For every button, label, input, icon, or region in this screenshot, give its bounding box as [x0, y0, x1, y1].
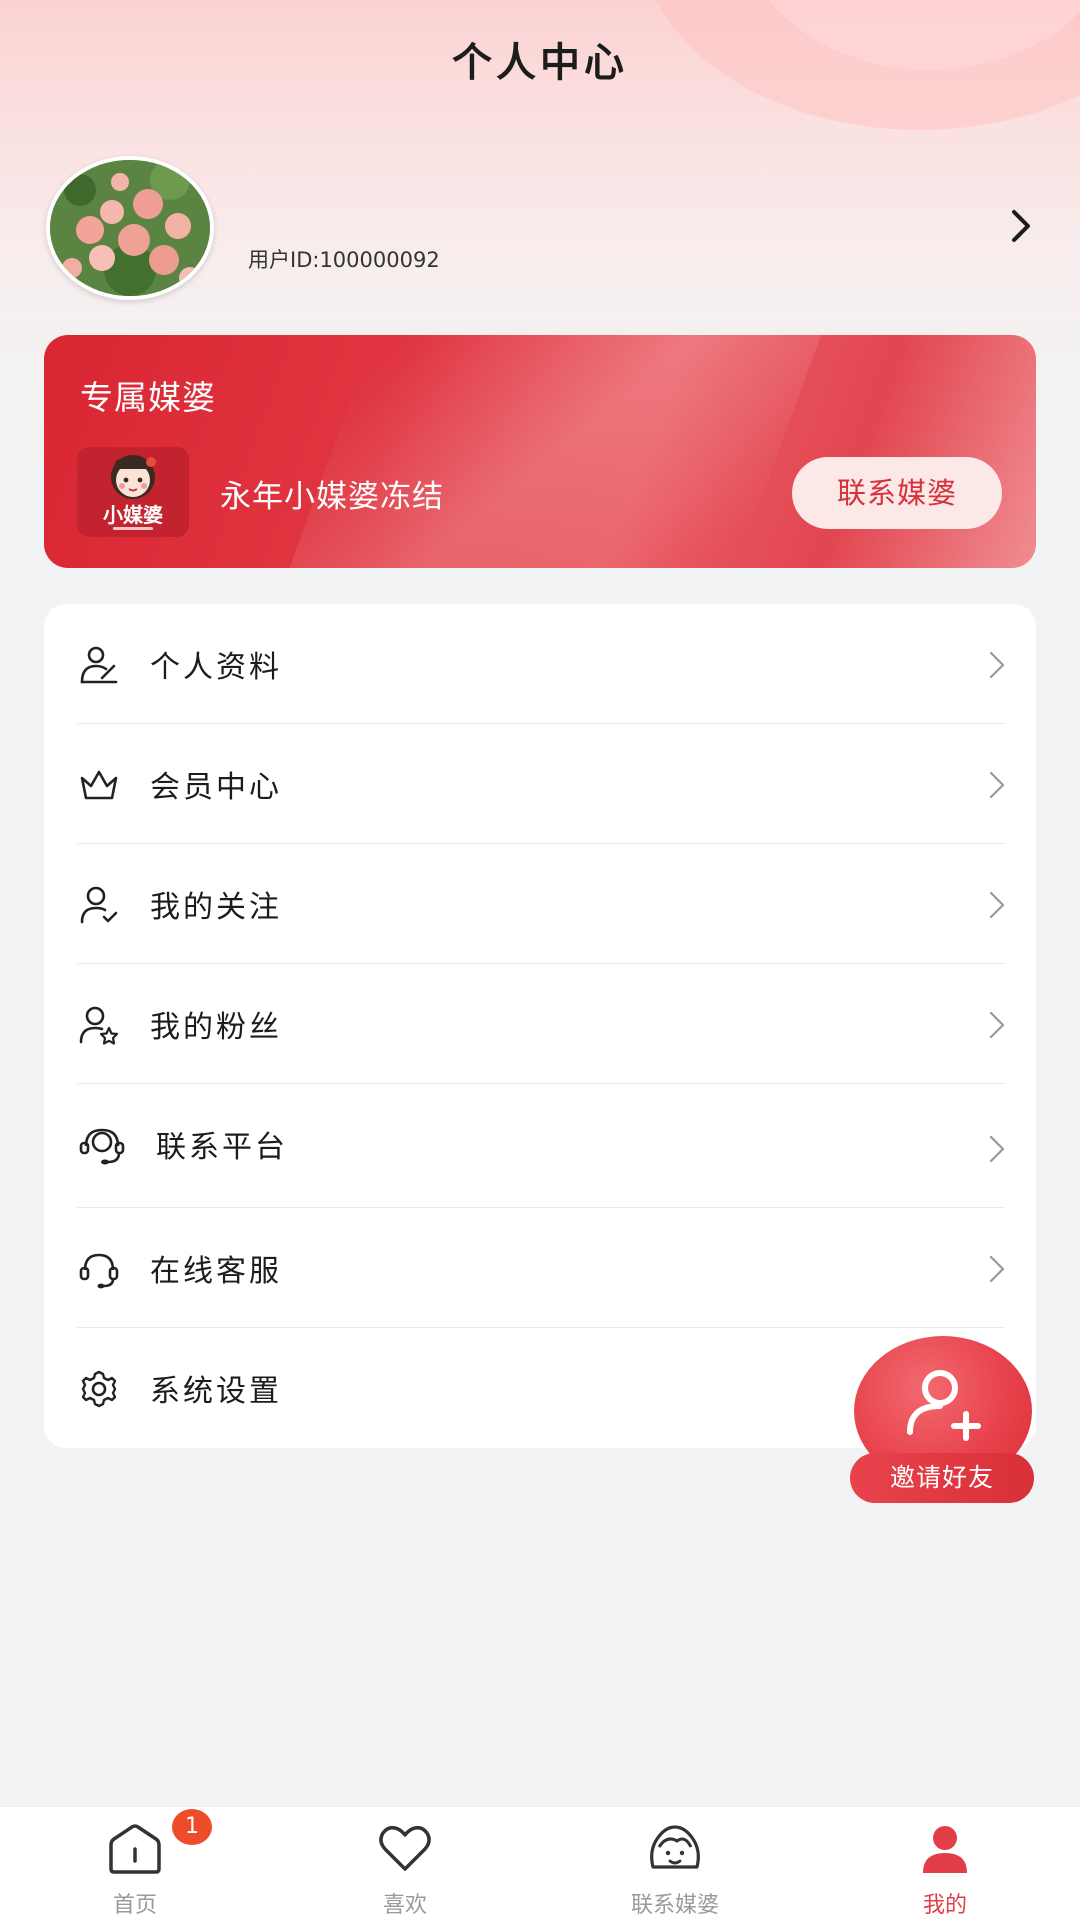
- menu-item-label: 我的关注: [150, 890, 282, 925]
- nav-item-label: 联系媒婆: [630, 1893, 719, 1918]
- page-title: 个人中心: [452, 40, 628, 86]
- matchmaker-name: 永年小媒婆冻结: [220, 479, 444, 515]
- gear-icon: [81, 1370, 117, 1408]
- user-check-icon: [80, 886, 118, 924]
- avatar-image: [50, 160, 210, 296]
- menu-item-fans[interactable]: 我的粉丝: [44, 964, 1036, 1084]
- person-icon: [923, 1826, 967, 1873]
- chevron-right-icon: [989, 1255, 1005, 1283]
- menu-item-label: 个人资料: [150, 650, 282, 685]
- exclusive-matchmaker-card: 专属媒婆 小媒婆 永年小媒婆冻结 联系媒婆: [44, 335, 1036, 568]
- user-id: 用户ID:100000092: [248, 248, 440, 272]
- headset-person-icon: [79, 1128, 125, 1165]
- add-user-icon: [907, 1370, 981, 1441]
- menu-item-label: 联系平台: [156, 1130, 288, 1165]
- matchmaker-section-title: 专属媒婆: [80, 378, 216, 417]
- avatar[interactable]: [46, 156, 214, 300]
- menu-item-label: 在线客服: [150, 1254, 282, 1289]
- menu-item-profile[interactable]: 个人资料: [44, 604, 1036, 724]
- menu-item-contact-platform[interactable]: 联系平台: [44, 1084, 1036, 1208]
- nav-item-label: 喜欢: [382, 1893, 427, 1918]
- menu-item-label: 系统设置: [150, 1374, 282, 1409]
- nav-item-label: 首页: [112, 1893, 157, 1918]
- menu-item-following[interactable]: 我的关注: [44, 844, 1036, 964]
- matchmaker-logo: 小媒婆: [77, 447, 189, 537]
- matchmaker-face-icon: [650, 1825, 700, 1869]
- invite-friends-button[interactable]: 邀请好友: [850, 1336, 1036, 1508]
- nav-item-likes[interactable]: 喜欢: [270, 1807, 540, 1921]
- chevron-right-icon: [989, 891, 1005, 919]
- contact-matchmaker-button[interactable]: 联系媒婆: [792, 457, 1002, 529]
- chevron-right-icon: [989, 771, 1005, 799]
- profile-row[interactable]: 用户ID:100000092: [0, 150, 1080, 300]
- matchmaker-logo-text: 小媒婆: [103, 503, 163, 527]
- menu-item-membership[interactable]: 会员中心: [44, 724, 1036, 844]
- user-star-icon: [79, 1006, 119, 1045]
- chevron-right-icon: [989, 651, 1005, 679]
- menu-item-label: 会员中心: [150, 770, 282, 805]
- nav-item-mine[interactable]: 我的: [810, 1807, 1080, 1921]
- invite-friends-label: 邀请好友: [850, 1453, 1034, 1503]
- nav-item-label: 我的: [922, 1893, 967, 1918]
- menu-item-online-service[interactable]: 在线客服: [44, 1208, 1036, 1328]
- chevron-right-icon: [989, 1135, 1005, 1163]
- nav-item-home[interactable]: 1 首页: [0, 1807, 270, 1921]
- nav-item-contact-matchmaker[interactable]: 联系媒婆: [540, 1807, 810, 1921]
- chevron-right-icon[interactable]: [1006, 206, 1036, 246]
- profile-edit-icon: [80, 646, 118, 684]
- menu-item-label: 我的粉丝: [150, 1010, 282, 1045]
- notification-badge: 1: [172, 1809, 212, 1845]
- headset-icon: [79, 1253, 119, 1289]
- home-icon: [109, 1824, 161, 1874]
- crown-icon: [80, 770, 118, 800]
- chevron-right-icon: [989, 1011, 1005, 1039]
- menu-list: 个人资料 会员中心 我的关注 我的粉丝 联系平台 在线客服 系统设置: [44, 604, 1036, 1448]
- heart-icon: [379, 1825, 431, 1871]
- bottom-nav: 1 首页 喜欢 联系媒婆 我的: [0, 1806, 1080, 1921]
